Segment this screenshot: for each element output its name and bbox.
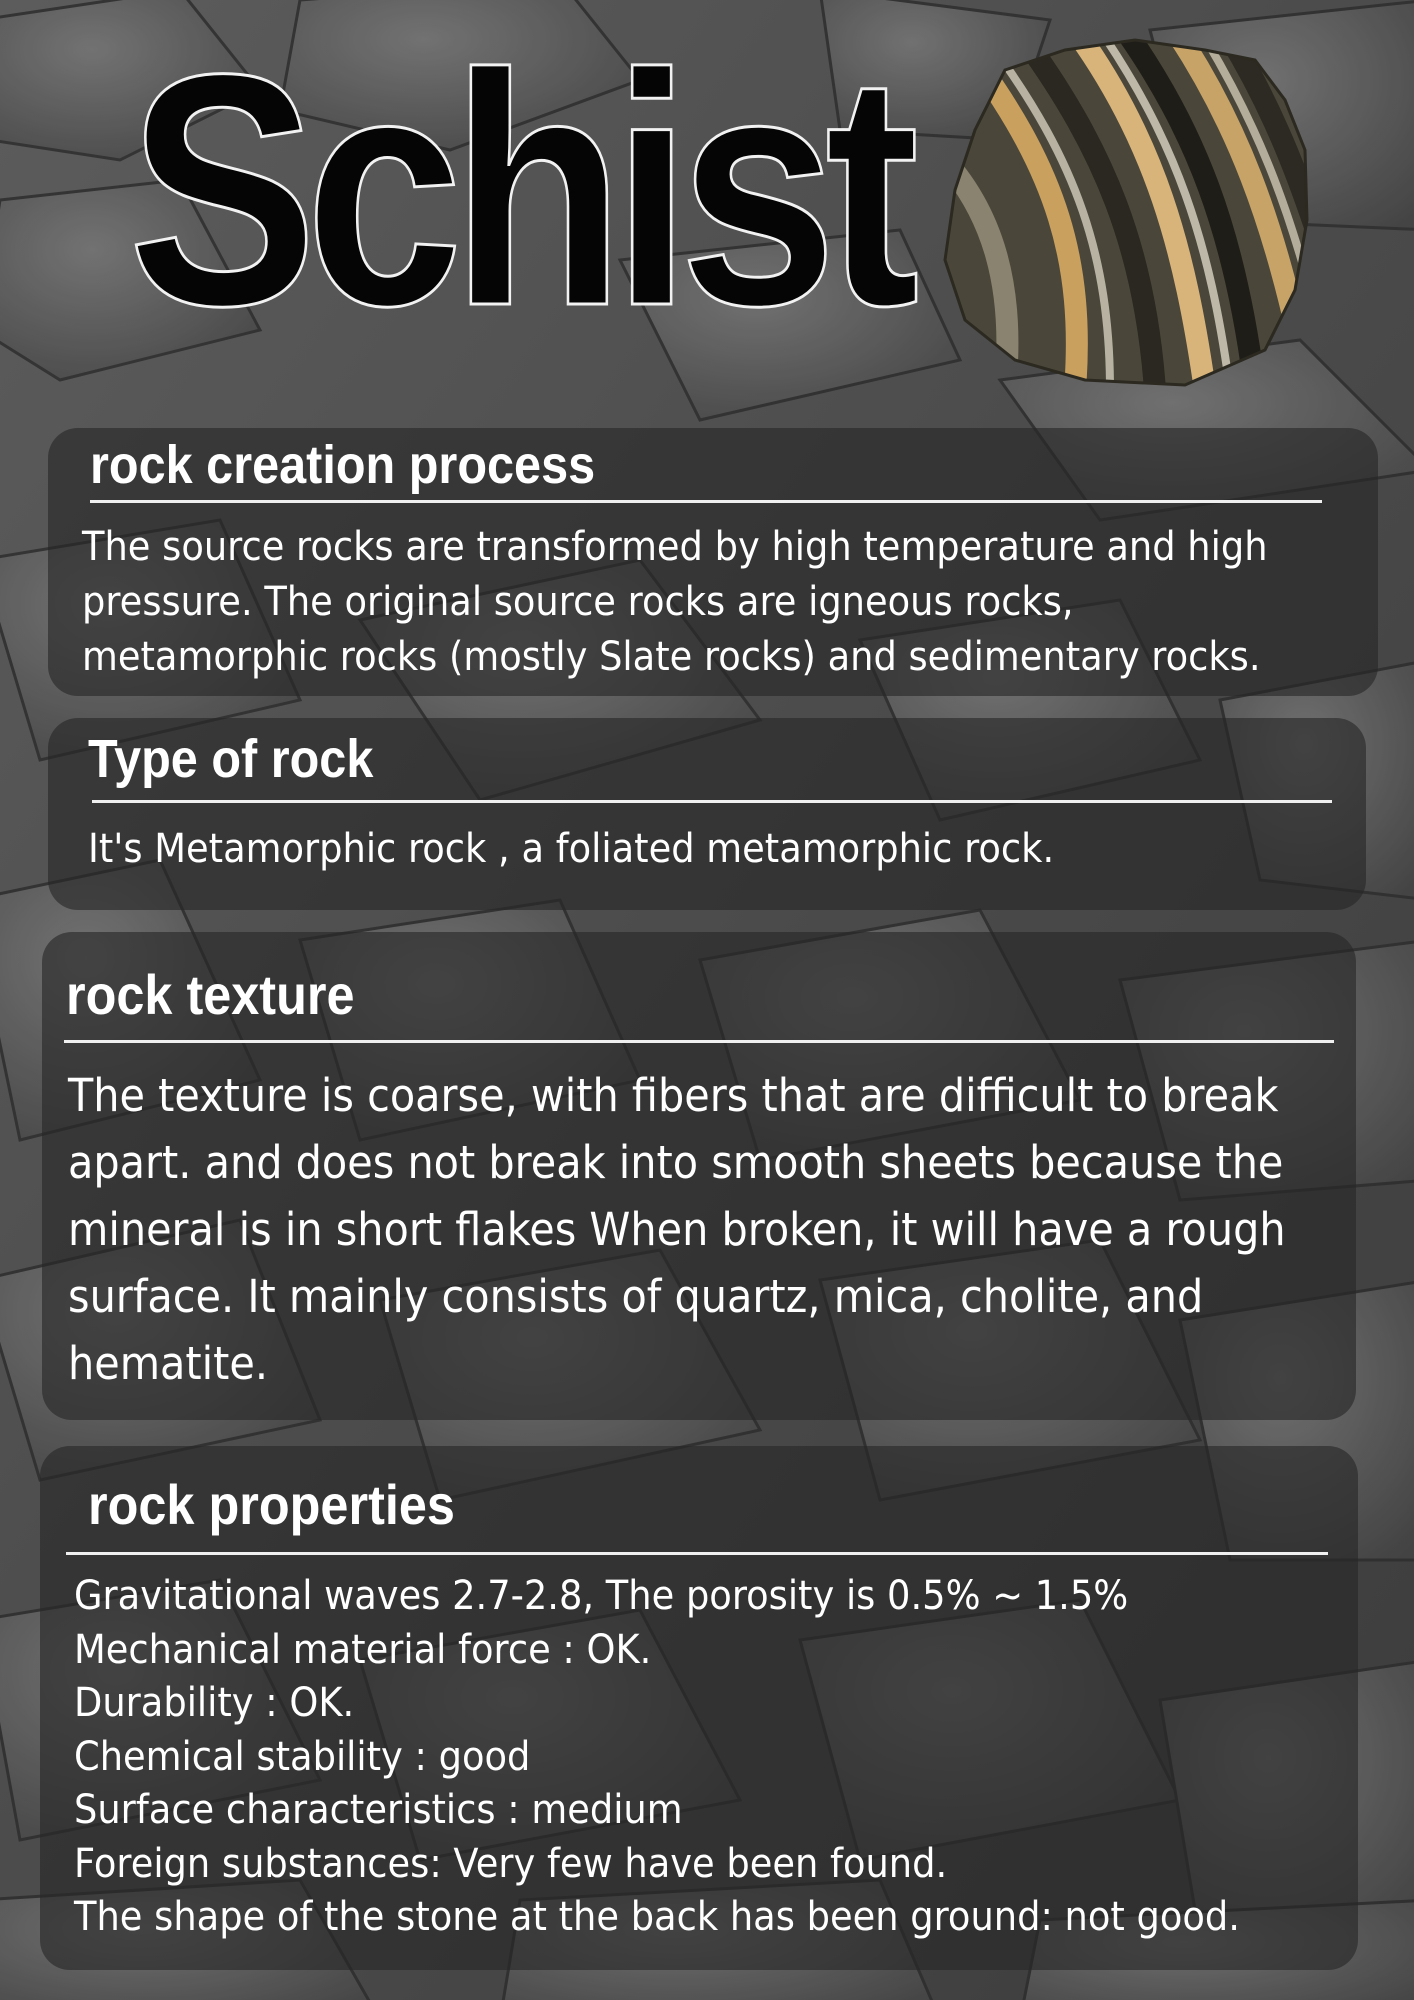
section-body: Gravitational waves 2.7-2.8, The porosit… (74, 1570, 1240, 1945)
body-line: pressure. The original source rocks are … (82, 579, 1074, 625)
body-line: hematite. (68, 1337, 269, 1390)
section-heading: rock texture (66, 963, 355, 1026)
body-line: The source rocks are transformed by high… (82, 524, 1268, 570)
page-title: Schist (127, 5, 921, 374)
rock-type-panel: Type of rock It's Metamorphic rock , a f… (48, 718, 1366, 910)
rock-texture-panel: rock texture The texture is coarse, with… (42, 932, 1356, 1420)
section-body: The texture is coarse, with fibers that … (68, 1062, 1286, 1397)
body-line: surface. It mainly consists of quartz, m… (68, 1270, 1204, 1323)
heading-divider (92, 800, 1332, 803)
body-line: The texture is coarse, with fibers that … (68, 1069, 1279, 1122)
creation-process-panel: rock creation process The source rocks a… (48, 428, 1378, 696)
body-line: The shape of the stone at the back has b… (74, 1894, 1240, 1940)
body-line: apart. and does not break into smooth sh… (68, 1136, 1284, 1189)
body-line: Mechanical material force : OK. (74, 1626, 652, 1673)
body-line: mineral is in short flakes When broken, … (68, 1203, 1286, 1256)
heading-divider (90, 500, 1322, 503)
section-heading: rock properties (88, 1473, 455, 1536)
schist-rock-image (943, 38, 1309, 387)
section-body: The source rocks are transformed by high… (82, 520, 1268, 685)
section-body: It's Metamorphic rock , a foliated metam… (88, 822, 1054, 877)
body-line: Chemical stability : good (74, 1733, 531, 1780)
heading-divider (66, 1552, 1328, 1555)
section-heading: rock creation process (90, 435, 596, 495)
rock-properties-panel: rock properties Gravitational waves 2.7-… (40, 1446, 1358, 1970)
body-line: It's Metamorphic rock , a foliated metam… (88, 826, 1055, 872)
heading-divider (64, 1040, 1334, 1043)
body-line: metamorphic rocks (mostly Slate rocks) a… (82, 634, 1261, 680)
section-heading: Type of rock (88, 729, 374, 789)
body-line: Durability : OK. (74, 1680, 355, 1726)
body-line: Gravitational waves 2.7-2.8, The porosit… (74, 1573, 1129, 1619)
body-line: Foreign substances: Very few have been f… (74, 1840, 948, 1887)
body-line: Surface characteristics : medium (74, 1787, 683, 1833)
